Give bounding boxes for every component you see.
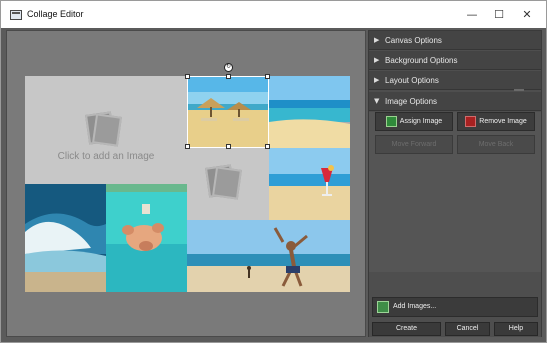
create-button[interactable]: Create <box>372 322 441 336</box>
chevron-right-icon: ▶ <box>374 56 380 64</box>
section-label: Image Options <box>385 97 438 106</box>
cocktail-image <box>269 148 350 220</box>
section-label: Layout Options <box>385 76 439 85</box>
resize-handle[interactable] <box>226 74 231 79</box>
layout-options-header[interactable]: ▶ Layout Options <box>369 71 541 90</box>
empty-image-cell[interactable]: Click to add an Image <box>25 76 187 184</box>
app-icon <box>10 10 22 20</box>
close-button[interactable]: ✕ <box>514 5 540 25</box>
swimming-pig-image <box>106 184 187 292</box>
image-options-body: Assign Image Remove Image Move Forward M… <box>369 112 541 272</box>
image-cell-ocean-wave[interactable] <box>25 184 106 292</box>
resize-handle[interactable] <box>185 74 190 79</box>
image-cell-beach-shore[interactable] <box>269 76 350 148</box>
chevron-right-icon: ▶ <box>374 36 380 44</box>
assign-image-icon <box>385 115 397 127</box>
move-forward-button[interactable]: Move Forward <box>375 135 453 154</box>
assign-image-button[interactable]: Assign Image <box>375 112 453 131</box>
image-options-header[interactable]: ▼ Image Options <box>369 92 541 111</box>
background-options-header[interactable]: ▶ Background Options <box>369 51 541 70</box>
image-placeholder-icon <box>205 164 243 202</box>
help-button[interactable]: Help <box>494 322 538 336</box>
title-bar: Collage Editor — ☐ ✕ <box>1 1 546 28</box>
assign-image-label: Assign Image <box>399 118 443 125</box>
section-label: Background Options <box>385 56 458 65</box>
add-images-label: Add Images... <box>393 303 437 310</box>
image-cell-cocktail[interactable] <box>269 148 350 220</box>
collage-canvas: Click to add an Image ↻ <box>25 63 350 292</box>
window-title: Collage Editor <box>27 9 84 19</box>
rotate-handle-icon[interactable]: ↻ <box>224 63 233 72</box>
collage-editor-window: Collage Editor — ☐ ✕ Click to add an Ima… <box>0 0 547 343</box>
maximize-button[interactable]: ☐ <box>486 5 512 25</box>
panel-footer: Add Images... Create Cancel Help <box>369 294 541 337</box>
resize-handle[interactable] <box>265 144 270 149</box>
section-label: Canvas Options <box>385 36 442 45</box>
click-to-add-image-label: Click to add an Image <box>57 151 155 162</box>
canvas-options-header[interactable]: ▶ Canvas Options <box>369 31 541 50</box>
move-back-label: Move Back <box>478 141 514 148</box>
beach-cartwheel-image <box>187 220 350 292</box>
beach-shore-image <box>269 76 350 148</box>
resize-handle[interactable] <box>265 74 270 79</box>
remove-image-label: Remove Image <box>479 118 527 125</box>
ocean-wave-image <box>25 184 106 292</box>
move-back-button[interactable]: Move Back <box>457 135 535 154</box>
workspace-area: Click to add an Image ↻ <box>6 30 366 337</box>
image-cell-beach-cartwheel[interactable] <box>187 220 350 292</box>
resize-handle[interactable] <box>226 144 231 149</box>
empty-image-cell[interactable] <box>187 148 269 220</box>
minimize-button[interactable]: — <box>459 5 485 25</box>
chevron-down-icon: ▼ <box>374 97 380 105</box>
move-forward-label: Move Forward <box>391 141 437 148</box>
remove-image-button[interactable]: Remove Image <box>457 112 535 131</box>
panel-resize-grip[interactable] <box>514 89 524 91</box>
remove-image-icon <box>465 115 477 127</box>
resize-handle[interactable] <box>185 144 190 149</box>
image-placeholder-icon <box>85 111 123 149</box>
add-images-icon <box>377 301 389 313</box>
cancel-button[interactable]: Cancel <box>445 322 490 336</box>
add-images-button[interactable]: Add Images... <box>372 297 538 317</box>
options-panel: ▶ Canvas Options ▶ Background Options ▶ … <box>368 30 542 337</box>
image-cell-swimming-pig[interactable] <box>106 184 187 292</box>
selection-frame <box>185 74 270 149</box>
chevron-right-icon: ▶ <box>374 76 380 84</box>
